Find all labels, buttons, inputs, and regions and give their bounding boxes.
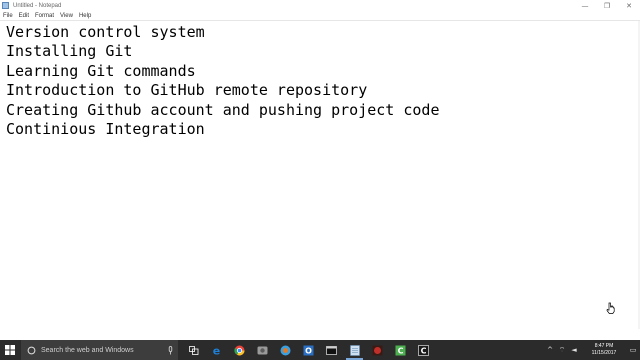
window-title: Untitled - Notepad — [13, 2, 62, 9]
menu-file[interactable]: File — [3, 13, 13, 19]
svg-text:O: O — [305, 346, 312, 355]
photos-icon — [257, 346, 268, 354]
clock-time: 8:47 PM — [594, 343, 614, 349]
minimize-button[interactable]: — — [574, 0, 596, 11]
taskbar-app-outlook[interactable]: O — [297, 340, 320, 360]
text-line: Introduction to GitHub remote repository — [6, 81, 368, 100]
menu-view[interactable]: View — [60, 13, 73, 19]
search-icon — [27, 346, 36, 354]
text-line: Continious Integration — [6, 120, 205, 139]
menu-edit[interactable]: Edit — [19, 13, 29, 19]
notifications-icon[interactable]: ▭ — [626, 346, 640, 354]
camtasia-icon: C — [395, 345, 406, 355]
taskbar-app-ccleaner[interactable]: C — [412, 340, 435, 360]
windows-logo-icon — [5, 345, 15, 355]
start-button[interactable] — [0, 340, 20, 360]
taskbar-app-game[interactable] — [366, 340, 389, 360]
microphone-icon[interactable] — [168, 345, 173, 355]
network-icon[interactable]: ⌔ — [556, 346, 568, 355]
menu-format[interactable]: Format — [35, 13, 54, 19]
clock[interactable]: 8:47 PM 11/15/2017 — [582, 343, 626, 357]
taskbar-app-terminal[interactable] — [320, 340, 343, 360]
text-line: Creating Github account and pushing proj… — [6, 100, 440, 119]
taskbar-app-camtasia[interactable]: C — [389, 340, 412, 360]
window-controls: — ❐ ✕ — [574, 0, 640, 11]
task-view-icon — [188, 345, 198, 355]
show-hidden-icons-icon[interactable]: ^ — [544, 346, 556, 354]
chrome-icon — [234, 345, 245, 355]
text-line: Installing Git — [6, 42, 133, 61]
text-editor[interactable]: Version control system Installing Git Le… — [0, 21, 640, 329]
outlook-icon: O — [303, 345, 314, 355]
volume-icon[interactable]: ◄ — [568, 346, 580, 354]
clock-date: 11/15/2017 — [591, 350, 617, 356]
taskbar-app-notepad[interactable] — [343, 340, 366, 360]
pinned-apps: e O C C — [182, 340, 435, 360]
title-bar[interactable]: Untitled - Notepad — ❐ ✕ — [0, 0, 640, 11]
taskbar: Search the web and Windows e O C C ^ ⌔ ◄… — [0, 340, 640, 360]
svg-text:C: C — [421, 346, 427, 355]
browser-icon — [280, 345, 291, 355]
svg-text:e: e — [213, 345, 220, 356]
menu-help[interactable]: Help — [79, 13, 91, 19]
taskbar-app-photos[interactable] — [251, 340, 274, 360]
svg-text:C: C — [398, 346, 404, 355]
taskbar-app-chrome[interactable] — [228, 340, 251, 360]
menu-bar: File Edit Format View Help — [0, 11, 640, 20]
taskbar-app-edge[interactable]: e — [205, 340, 228, 360]
terminal-icon — [326, 345, 337, 355]
notepad-icon — [349, 344, 360, 356]
system-tray: ^ ⌔ ◄ 8:47 PM 11/15/2017 ▭ — [544, 340, 640, 360]
text-line: Learning Git commands — [6, 61, 196, 80]
taskbar-app-browser[interactable] — [274, 340, 297, 360]
game-icon — [372, 345, 383, 355]
notepad-app-icon — [2, 2, 9, 9]
hand-cursor-icon — [606, 302, 615, 314]
text-line: Version control system — [6, 23, 205, 41]
search-placeholder: Search the web and Windows — [41, 346, 134, 354]
maximize-button[interactable]: ❐ — [596, 0, 618, 11]
edge-icon: e — [213, 345, 220, 356]
close-button[interactable]: ✕ — [618, 0, 640, 11]
ccleaner-icon: C — [418, 344, 429, 356]
taskbar-search[interactable]: Search the web and Windows — [21, 340, 178, 360]
task-view-button[interactable] — [182, 340, 205, 360]
